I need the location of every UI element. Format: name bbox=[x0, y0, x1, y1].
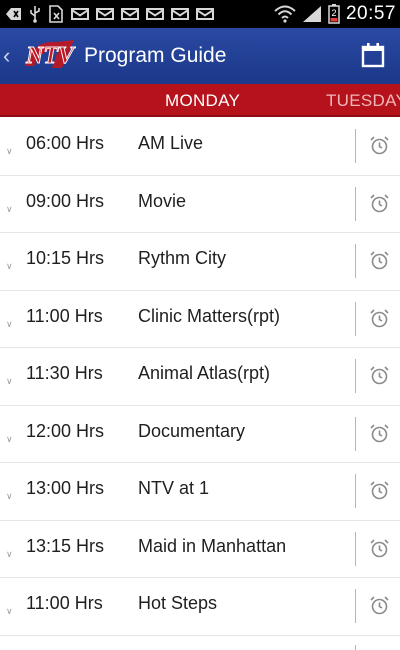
program-time: 13:00 Hrs bbox=[26, 478, 105, 498]
expand-chevron-icon: ∨ bbox=[6, 491, 13, 501]
mail-icon bbox=[96, 8, 114, 20]
expand-chevron-icon: ∨ bbox=[6, 548, 13, 559]
program-name: Clinic Matters(rpt) bbox=[138, 305, 281, 326]
ntv-logo[interactable]: NTV bbox=[22, 38, 76, 70]
row-divider bbox=[355, 474, 356, 508]
svg-text:NTV: NTV bbox=[25, 43, 76, 69]
row-divider bbox=[355, 531, 356, 566]
alarm-clock-icon[interactable] bbox=[369, 480, 390, 501]
program-list: ∨ 06:00 Hrs AM Live ∨ 09:00 Hrs Movie ∨ … bbox=[0, 118, 400, 636]
program-row[interactable]: ∨ 13:15 Hrs Maid in Manhattan bbox=[0, 521, 400, 578]
sim-missing-icon bbox=[49, 5, 63, 23]
row-divider bbox=[355, 645, 356, 650]
program-name: AM Live bbox=[138, 133, 204, 153]
expand-chevron-icon: ∨ bbox=[6, 433, 13, 444]
program-row[interactable]: ∨ 11:30 Hrs Animal Atlas(rpt) bbox=[0, 348, 400, 406]
expand-chevron-icon: ∨ bbox=[6, 261, 13, 271]
mail-icon bbox=[146, 8, 164, 20]
status-time: 20:57 bbox=[345, 3, 396, 24]
program-row[interactable]: ∨ 11:00 Hrs Clinic Matters(rpt) bbox=[0, 291, 400, 348]
program-row[interactable]: ∨ 12:00 Hrs Documentary bbox=[0, 406, 400, 463]
mail-icon bbox=[121, 8, 139, 20]
program-row[interactable]: ∨ 09:00 Hrs Movie bbox=[0, 176, 400, 233]
program-name: Movie bbox=[138, 190, 187, 211]
row-divider bbox=[355, 589, 356, 623]
alarm-clock-icon[interactable] bbox=[369, 538, 390, 559]
alarm-clock-icon[interactable] bbox=[369, 595, 390, 616]
alarm-clock-icon[interactable] bbox=[369, 308, 390, 329]
program-time: 09:00 Hrs bbox=[26, 190, 105, 211]
program-time: 11:30 Hrs bbox=[26, 363, 103, 383]
svg-text:2: 2 bbox=[331, 8, 336, 18]
program-time: 11:00 Hrs bbox=[26, 593, 103, 613]
alarm-clock-icon[interactable] bbox=[369, 250, 390, 271]
expand-chevron-icon: ∨ bbox=[6, 606, 13, 616]
program-time: 06:00 Hrs bbox=[26, 133, 105, 153]
alarm-clock-icon[interactable] bbox=[369, 193, 390, 214]
status-bar: 2 20:57 bbox=[0, 0, 400, 28]
chevron-left-icon[interactable]: ‹ bbox=[3, 45, 10, 67]
program-time: 10:15 Hrs bbox=[26, 248, 105, 268]
usb-icon bbox=[30, 6, 40, 23]
expand-chevron-icon: ∨ bbox=[6, 318, 13, 329]
expand-chevron-icon: ∨ bbox=[6, 146, 13, 156]
expand-chevron-icon: ∨ bbox=[6, 203, 13, 214]
tab-tuesday[interactable]: TUESDAY bbox=[326, 91, 400, 111]
alarm-clock-icon[interactable] bbox=[369, 423, 390, 444]
wifi-icon bbox=[274, 5, 296, 23]
signal-icon bbox=[302, 6, 321, 22]
program-row[interactable]: ∨ 11:00 Hrs Hot Steps bbox=[0, 578, 400, 636]
row-divider bbox=[355, 416, 356, 451]
mail-icon bbox=[196, 8, 214, 20]
tab-monday[interactable]: MONDAY bbox=[165, 91, 240, 111]
program-time: 13:15 Hrs bbox=[26, 535, 105, 556]
program-name: Animal Atlas(rpt) bbox=[138, 363, 271, 383]
program-time: 12:00 Hrs bbox=[26, 420, 105, 441]
system-icons: 2 20:57 bbox=[274, 3, 396, 25]
back-notification-icon bbox=[6, 8, 21, 20]
expand-chevron-icon: ∨ bbox=[6, 376, 13, 386]
program-name: Documentary bbox=[138, 420, 246, 441]
alarm-clock-icon[interactable] bbox=[369, 365, 390, 386]
page-title: Program Guide bbox=[84, 44, 227, 67]
row-divider bbox=[355, 244, 356, 278]
action-bar: ‹ NTV Program Guide bbox=[0, 28, 400, 84]
program-row[interactable]: ∨ 13:00 Hrs NTV at 1 bbox=[0, 463, 400, 521]
program-row[interactable]: ∨ 10:15 Hrs Rythm City bbox=[0, 233, 400, 291]
notification-icons bbox=[6, 5, 214, 23]
program-name: Rythm City bbox=[138, 248, 227, 268]
mail-icon bbox=[171, 8, 189, 20]
program-name: Maid in Manhattan bbox=[138, 535, 287, 556]
program-time: 11:00 Hrs bbox=[26, 305, 103, 326]
program-name: NTV at 1 bbox=[138, 478, 210, 498]
program-row[interactable]: ∨ 06:00 Hrs AM Live bbox=[0, 118, 400, 176]
row-divider bbox=[355, 129, 356, 163]
battery-icon: 2 bbox=[328, 4, 340, 24]
program-name: Hot Steps bbox=[138, 593, 218, 613]
calendar-icon[interactable] bbox=[360, 41, 386, 69]
row-divider bbox=[355, 359, 356, 393]
row-divider bbox=[355, 301, 356, 336]
day-tabs: MONDAY TUESDAY bbox=[0, 84, 400, 117]
alarm-clock-icon[interactable] bbox=[369, 135, 390, 156]
row-divider bbox=[355, 186, 356, 221]
mail-icon bbox=[71, 8, 89, 20]
